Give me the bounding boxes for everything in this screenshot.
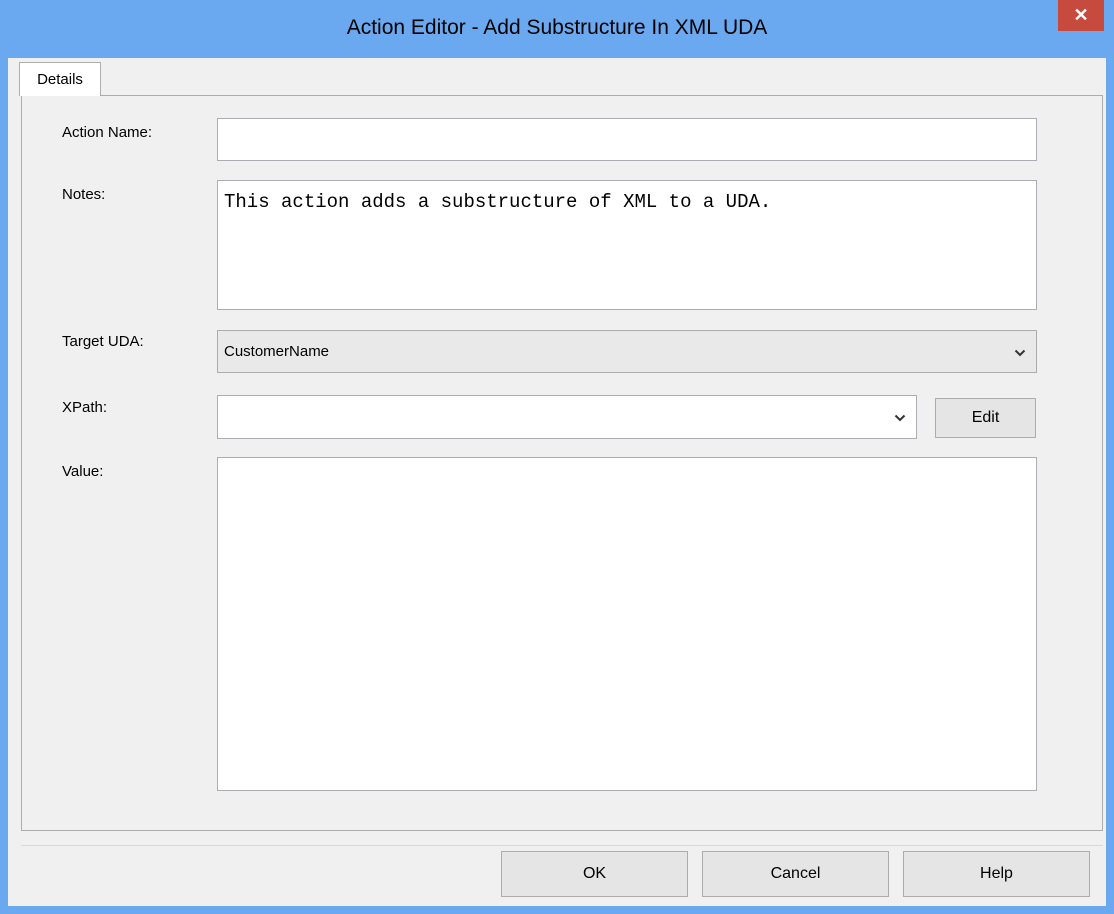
dialog-window: Action Editor - Add Substructure In XML … [0,0,1114,914]
chevron-down-icon [1014,349,1026,357]
help-button[interactable]: Help [903,851,1090,897]
title-bar[interactable]: Action Editor - Add Substructure In XML … [0,0,1114,58]
cancel-button[interactable]: Cancel [702,851,889,897]
footer-separator [21,845,1103,846]
tab-details[interactable]: Details [19,62,101,96]
ok-button[interactable]: OK [501,851,688,897]
notes-label: Notes: [62,186,106,203]
notes-textarea[interactable]: This action adds a substructure of XML t… [217,180,1037,310]
edit-button-label: Edit [971,409,1000,426]
edit-xpath-button[interactable]: Edit [935,398,1036,438]
window-title: Action Editor - Add Substructure In XML … [346,16,768,39]
action-name-label: Action Name: [62,124,153,141]
target-uda-label: Target UDA: [62,333,144,350]
action-name-input[interactable] [217,118,1037,161]
close-button[interactable]: ✕ [1058,0,1104,31]
target-uda-value: CustomerName [224,343,330,360]
target-uda-select[interactable]: CustomerName [217,330,1037,373]
notes-value: This action adds a substructure of XML t… [224,191,772,213]
close-icon: ✕ [1073,5,1089,25]
cancel-button-label: Cancel [770,865,821,882]
xpath-combobox[interactable] [217,395,917,439]
xpath-label: XPath: [62,399,108,416]
tab-details-label: Details [37,71,83,88]
help-button-label: Help [980,865,1013,882]
chevron-down-icon[interactable] [894,412,906,424]
ok-button-label: OK [582,865,607,882]
value-label: Value: [62,463,104,480]
value-textarea[interactable] [217,457,1037,791]
